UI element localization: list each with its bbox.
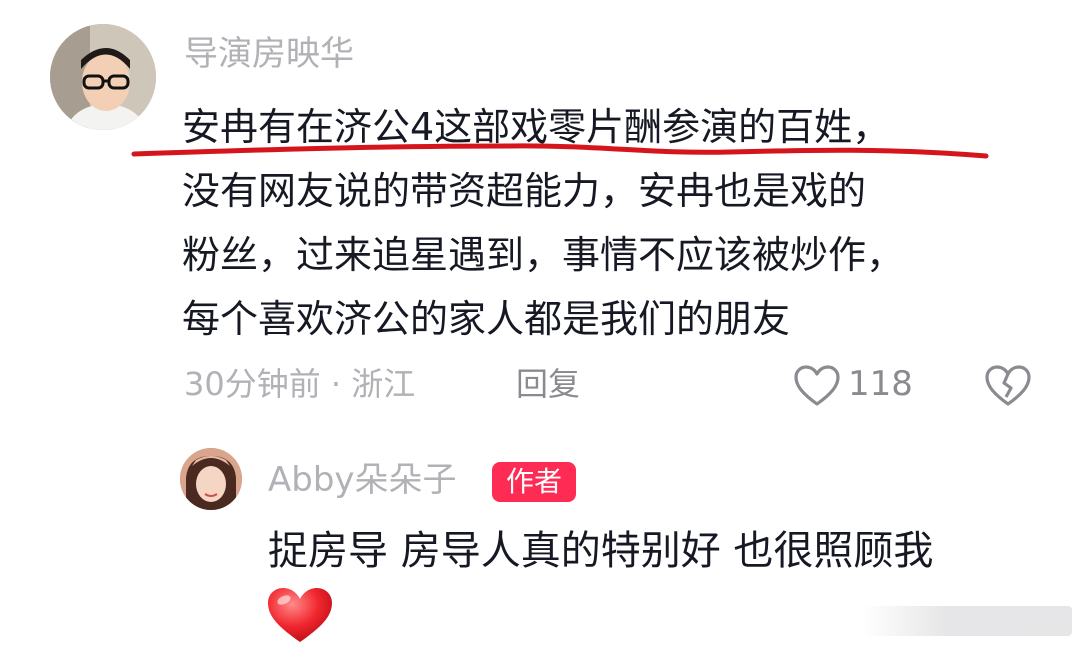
- avatar[interactable]: [180, 448, 242, 510]
- comment-text-line: 安冉有在济公4这部戏零片酬参演的百姓，: [182, 105, 891, 149]
- reply-username[interactable]: Abby朵朵子: [268, 460, 457, 500]
- broken-heart-icon[interactable]: [984, 364, 1032, 408]
- avatar-portrait: [50, 24, 156, 130]
- heart-outline-icon[interactable]: [793, 364, 841, 408]
- avatar-portrait: [180, 448, 242, 510]
- comment-username[interactable]: 导演房映华: [184, 34, 354, 74]
- red-heart-emoji-icon: [268, 588, 332, 642]
- comment-text-line: 没有网友说的带资超能力，安冉也是戏的: [182, 169, 867, 213]
- avatar[interactable]: [50, 24, 156, 130]
- like-count: 118: [848, 364, 913, 404]
- reply-button[interactable]: 回复: [516, 362, 580, 406]
- reply-text: 捉房导 房导人真的特别好 也很照顾我: [268, 528, 934, 574]
- comment-text-line: 每个喜欢济公的家人都是我们的朋友: [182, 297, 791, 341]
- watermark: [862, 606, 1072, 636]
- comment-time-location: 30分钟前 · 浙江: [184, 365, 416, 403]
- comment-text-line: 粉丝，过来追星遇到，事情不应该被炒作，: [182, 233, 905, 277]
- author-badge: 作者: [492, 462, 576, 502]
